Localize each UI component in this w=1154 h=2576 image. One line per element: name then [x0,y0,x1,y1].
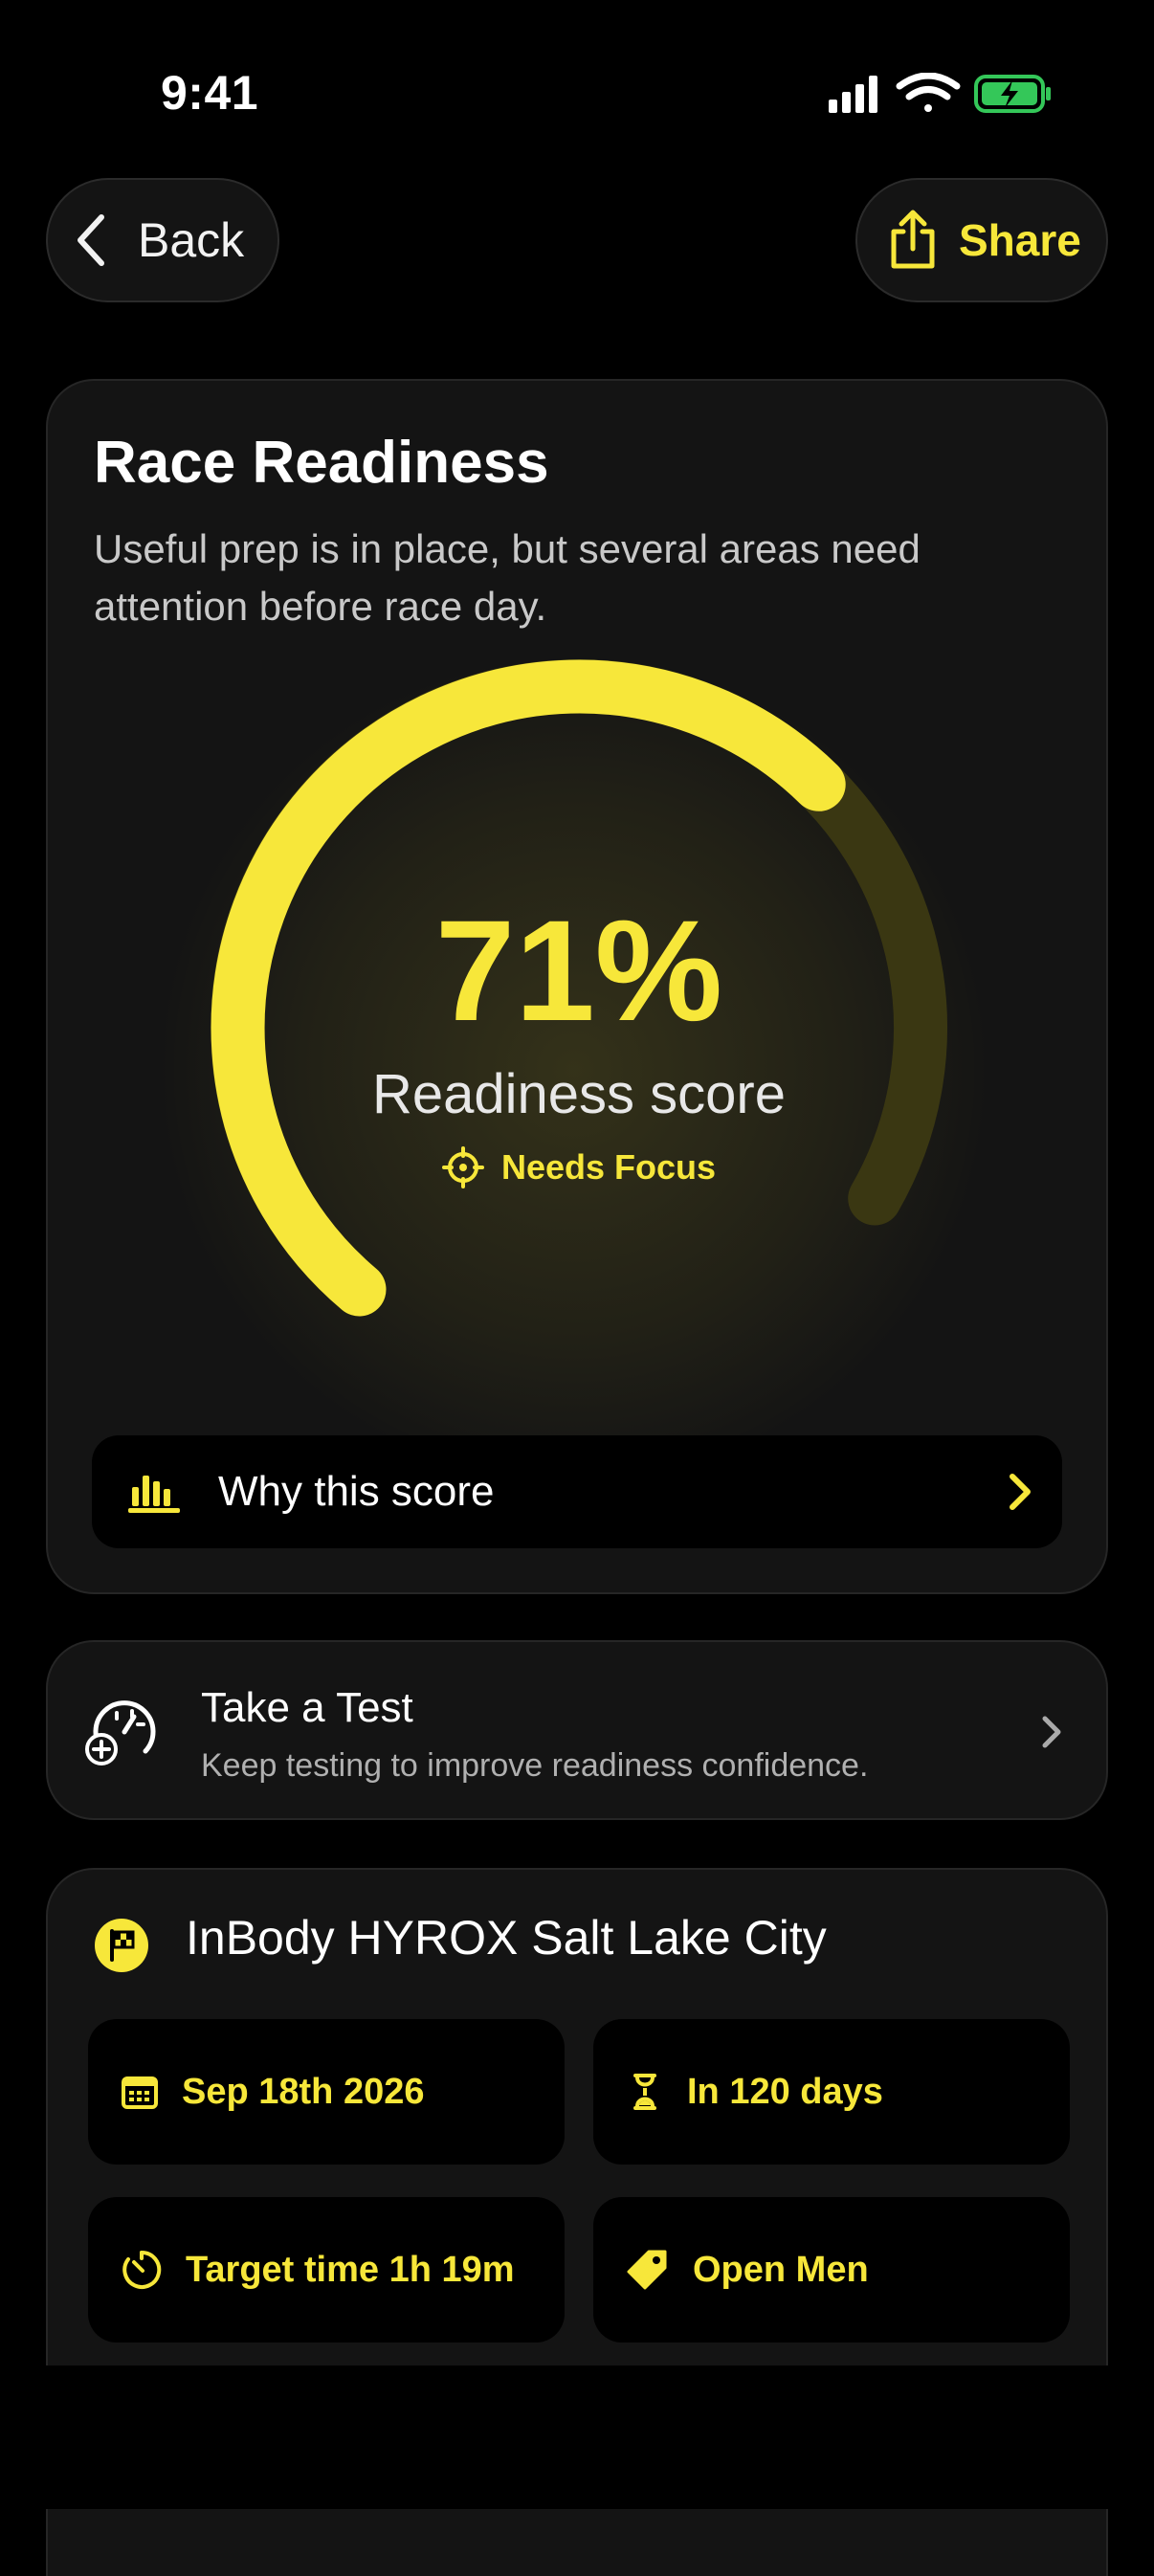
hourglass-icon [633,2074,656,2110]
event-date-label: Sep 18th 2026 [182,2071,425,2112]
back-button[interactable]: Back [46,178,279,302]
chevron-right-icon [1010,1474,1031,1510]
bottom-fade [0,2365,1154,2509]
event-division-label: Open Men [693,2249,869,2290]
bar-chart-icon [128,1476,180,1513]
speedometer-plus-icon [85,1700,156,1765]
status-time: 9:41 [161,66,259,120]
tag-icon [627,2250,667,2290]
status-badge: Needs Focus [48,1146,1106,1188]
event-title: InBody HYROX Salt Lake City [186,1911,827,1965]
status-label: Needs Focus [500,1147,717,1187]
checkered-flag-icon [95,1919,148,1972]
event-division-tile: Open Men [593,2197,1070,2343]
score-label: Readiness score [372,1063,786,1125]
take-test-card[interactable]: Take a Test Keep testing to improve read… [46,1640,1108,1820]
why-this-score-label: Why this score [218,1468,495,1515]
take-test-title: Take a Test [201,1684,413,1731]
event-target-label: Target time 1h 19m [186,2249,515,2290]
share-button[interactable]: Share [855,178,1108,302]
timer-icon [122,2250,162,2289]
take-test-subtitle: Keep testing to improve readiness confid… [201,1747,869,1784]
event-target-tile: Target time 1h 19m [88,2197,565,2343]
share-icon [891,210,935,269]
back-label: Back [138,213,245,267]
battery-charging-icon [974,75,1051,113]
status-icons [829,73,1051,113]
chevron-right-icon [1042,1716,1061,1748]
score-value: 71% [434,890,723,1051]
cellular-signal-icon [829,76,877,113]
share-label: Share [959,215,1081,265]
calendar-icon [122,2076,158,2109]
event-countdown-label: In 120 days [687,2071,883,2112]
chevron-left-icon [78,214,104,266]
event-countdown-tile: In 120 days [593,2019,1070,2165]
why-this-score-button[interactable]: Why this score [92,1435,1062,1548]
event-date-tile: Sep 18th 2026 [88,2019,565,2165]
readiness-card: Race Readiness Useful prep is in place, … [46,379,1108,1594]
crosshair-icon [441,1146,484,1188]
wifi-icon [896,73,961,112]
